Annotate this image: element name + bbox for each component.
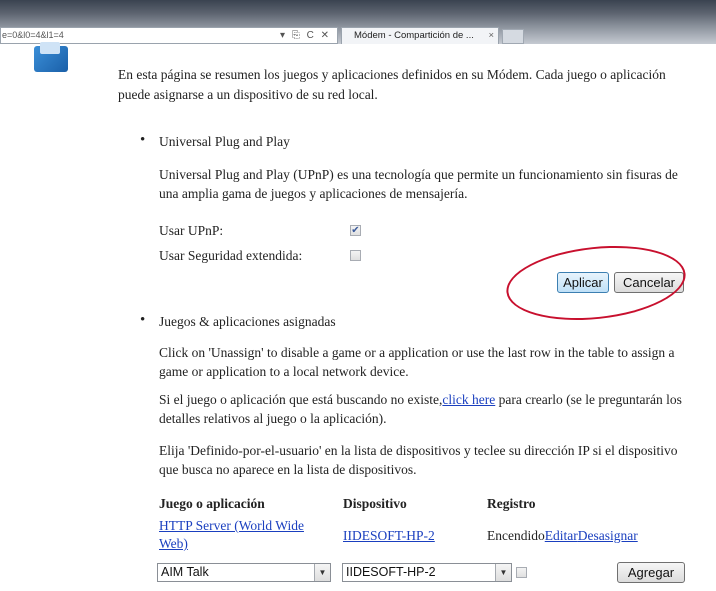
use-upnp-label: Usar UPnP: xyxy=(159,223,224,238)
address-text: e=0&l0=4&l1=4 xyxy=(2,30,64,40)
intro-text: En esta página se resumen los juegos y a… xyxy=(118,67,666,102)
bullet-icon: • xyxy=(140,132,146,148)
address-bar-icons[interactable]: ▾ ⎘ C ✕ xyxy=(280,28,331,43)
col-header-game: Juego o aplicación xyxy=(159,496,265,511)
edit-link[interactable]: Editar xyxy=(545,528,578,543)
unassign-link[interactable]: Desasignar xyxy=(578,528,638,543)
log-status-row: EncendidoEditarDesasignar xyxy=(487,527,638,545)
click-here-link[interactable]: click here xyxy=(442,392,495,407)
assigned-para-unassign: Click on 'Unassign' to disable a game or… xyxy=(159,345,675,379)
browser-toolbar: e=0&l0=4&l1=4 ▾ ⎘ C ✕ Módem - Compartici… xyxy=(0,0,716,44)
chevron-down-icon: ▼ xyxy=(314,564,330,581)
upnp-description: Universal Plug and Play (UPnP) es una te… xyxy=(159,167,678,201)
col-header-log: Registro xyxy=(487,496,536,511)
bullet-icon: • xyxy=(140,312,146,328)
extended-security-checkbox[interactable] xyxy=(350,250,361,261)
tab-close-icon[interactable]: × xyxy=(488,28,494,44)
assigned-para-user-defined: Elija 'Definido-por-el-usuario' en la li… xyxy=(159,443,678,477)
device-select[interactable]: IIDESOFT-HP-2 ▼ xyxy=(342,563,512,582)
assigned-para-create: Si el juego o aplicación que está buscan… xyxy=(159,390,689,428)
upnp-section-title: Universal Plug and Play xyxy=(159,134,290,149)
browser-tab[interactable]: Módem - Compartición de ... × xyxy=(341,27,499,44)
tab-title: Módem - Compartición de ... xyxy=(354,30,474,41)
extended-security-label: Usar Seguridad extendida: xyxy=(159,248,303,263)
device-link[interactable]: IIDESOFT-HP-2 xyxy=(343,527,435,545)
modem-page-icon xyxy=(34,42,68,72)
log-checkbox[interactable] xyxy=(516,567,527,578)
game-select-value: AIM Talk xyxy=(161,565,209,579)
use-upnp-checkbox[interactable]: ✔ xyxy=(350,225,361,236)
new-tab-button[interactable] xyxy=(502,29,524,44)
red-highlight-circle xyxy=(502,237,690,329)
chevron-down-icon: ▼ xyxy=(495,564,511,581)
assigned-section-title: Juegos & aplicaciones asignadas xyxy=(159,314,336,329)
device-select-value: IIDESOFT-HP-2 xyxy=(346,565,436,579)
log-status: Encendido xyxy=(487,528,545,543)
game-select[interactable]: AIM Talk ▼ xyxy=(157,563,331,582)
add-button[interactable]: Agregar xyxy=(617,562,685,583)
game-link[interactable]: HTTP Server (World Wide Web) xyxy=(159,517,334,553)
col-header-device: Dispositivo xyxy=(343,496,407,511)
para-create-text: Si el juego o aplicación que está buscan… xyxy=(159,392,443,407)
